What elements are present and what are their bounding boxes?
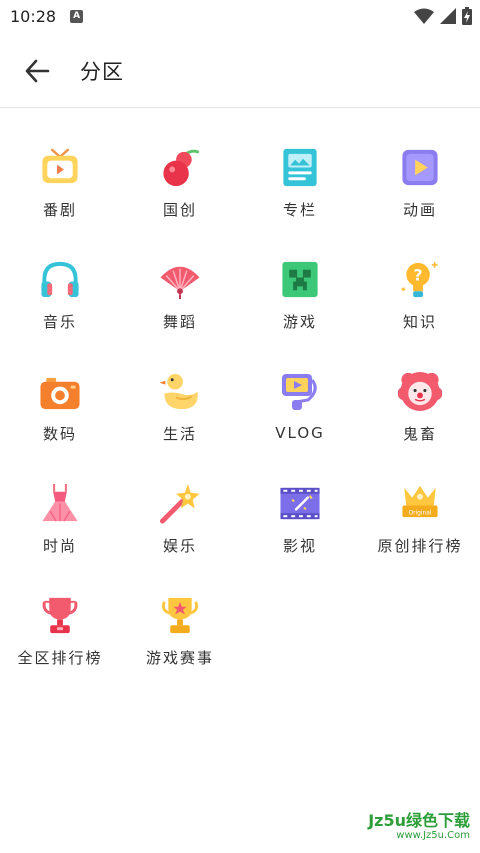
vlog-icon: [282, 374, 317, 410]
category-entertainment[interactable]: 娱乐: [120, 444, 240, 556]
gourd-icon: [163, 149, 200, 187]
category-label: 数码: [42, 425, 77, 443]
status-icons: [414, 7, 472, 25]
category-label: 专栏: [282, 201, 317, 219]
status-time: 10:28: [10, 6, 57, 26]
category-all-ranking[interactable]: 全区排行榜: [0, 556, 120, 668]
category-label: 鬼畜: [402, 425, 437, 443]
category-label: 全区排行榜: [17, 649, 103, 667]
category-label: 动画: [402, 201, 437, 219]
camera-icon: [40, 377, 80, 410]
svg-text:Original: Original: [409, 510, 432, 516]
animation-icon: [402, 149, 438, 186]
category-vlog[interactable]: VLOG: [240, 332, 360, 444]
wifi-icon: [414, 8, 434, 24]
category-label: 番剧: [42, 201, 77, 219]
category-game-events[interactable]: 游戏赛事: [120, 556, 240, 668]
category-knowledge[interactable]: ? 知识: [360, 220, 480, 332]
tv-icon: [42, 148, 78, 184]
page-title: 分区: [80, 60, 124, 84]
status-bar: 10:28 A: [0, 0, 480, 32]
watermark: Jz5u绿色下载 www.Jz5u.Com: [368, 812, 470, 841]
category-animation[interactable]: 动画: [360, 108, 480, 220]
category-guochuang[interactable]: 国创: [120, 108, 240, 220]
svg-text:?: ?: [414, 265, 423, 284]
category-label: VLOG: [275, 424, 325, 442]
app-bar: 分区: [0, 32, 480, 108]
creeper-icon: [282, 261, 318, 298]
arrow-left-icon: [25, 59, 50, 83]
notification-a-icon: A: [70, 9, 84, 23]
category-label: 时尚: [42, 537, 77, 555]
duck-icon: [159, 373, 198, 410]
category-life[interactable]: 生活: [120, 332, 240, 444]
category-film[interactable]: 影视: [240, 444, 360, 556]
category-label: 影视: [282, 537, 317, 555]
original-crown-icon: Original: [402, 485, 438, 518]
watermark-url: www.Jz5u.Com: [396, 830, 470, 841]
category-label: 国创: [162, 201, 197, 219]
category-kichiku[interactable]: 鬼畜: [360, 332, 480, 444]
article-icon: [283, 148, 317, 187]
category-label: 知识: [402, 313, 437, 331]
red-trophy-icon: [42, 597, 78, 634]
category-digital[interactable]: 数码: [0, 332, 120, 444]
category-label: 游戏赛事: [145, 649, 214, 667]
fan-icon: [160, 266, 200, 300]
clown-icon: [398, 371, 442, 412]
bulb-icon: ?: [401, 261, 438, 298]
film-icon: [280, 487, 320, 520]
category-original-ranking[interactable]: Original 原创排行榜: [360, 444, 480, 556]
category-label: 舞蹈: [162, 313, 197, 331]
battery-icon: [462, 7, 472, 25]
category-label: 娱乐: [162, 537, 197, 555]
wand-icon: [159, 483, 200, 524]
category-label: 音乐: [42, 313, 77, 331]
category-dance[interactable]: 舞蹈: [120, 220, 240, 332]
category-game[interactable]: 游戏: [240, 220, 360, 332]
headphones-icon: [41, 261, 79, 298]
dress-icon: [42, 483, 78, 522]
category-label: 生活: [162, 425, 197, 443]
watermark-brand: Jz5u绿色下载: [368, 811, 470, 831]
category-fashion[interactable]: 时尚: [0, 444, 120, 556]
category-music[interactable]: 音乐: [0, 220, 120, 332]
category-label: 游戏: [282, 313, 317, 331]
category-column[interactable]: 专栏: [240, 108, 360, 220]
gold-trophy-icon: [161, 597, 199, 634]
category-anime[interactable]: 番剧: [0, 108, 120, 220]
category-label: 原创排行榜: [377, 537, 463, 555]
back-button[interactable]: [20, 54, 54, 88]
signal-icon: [440, 8, 456, 24]
